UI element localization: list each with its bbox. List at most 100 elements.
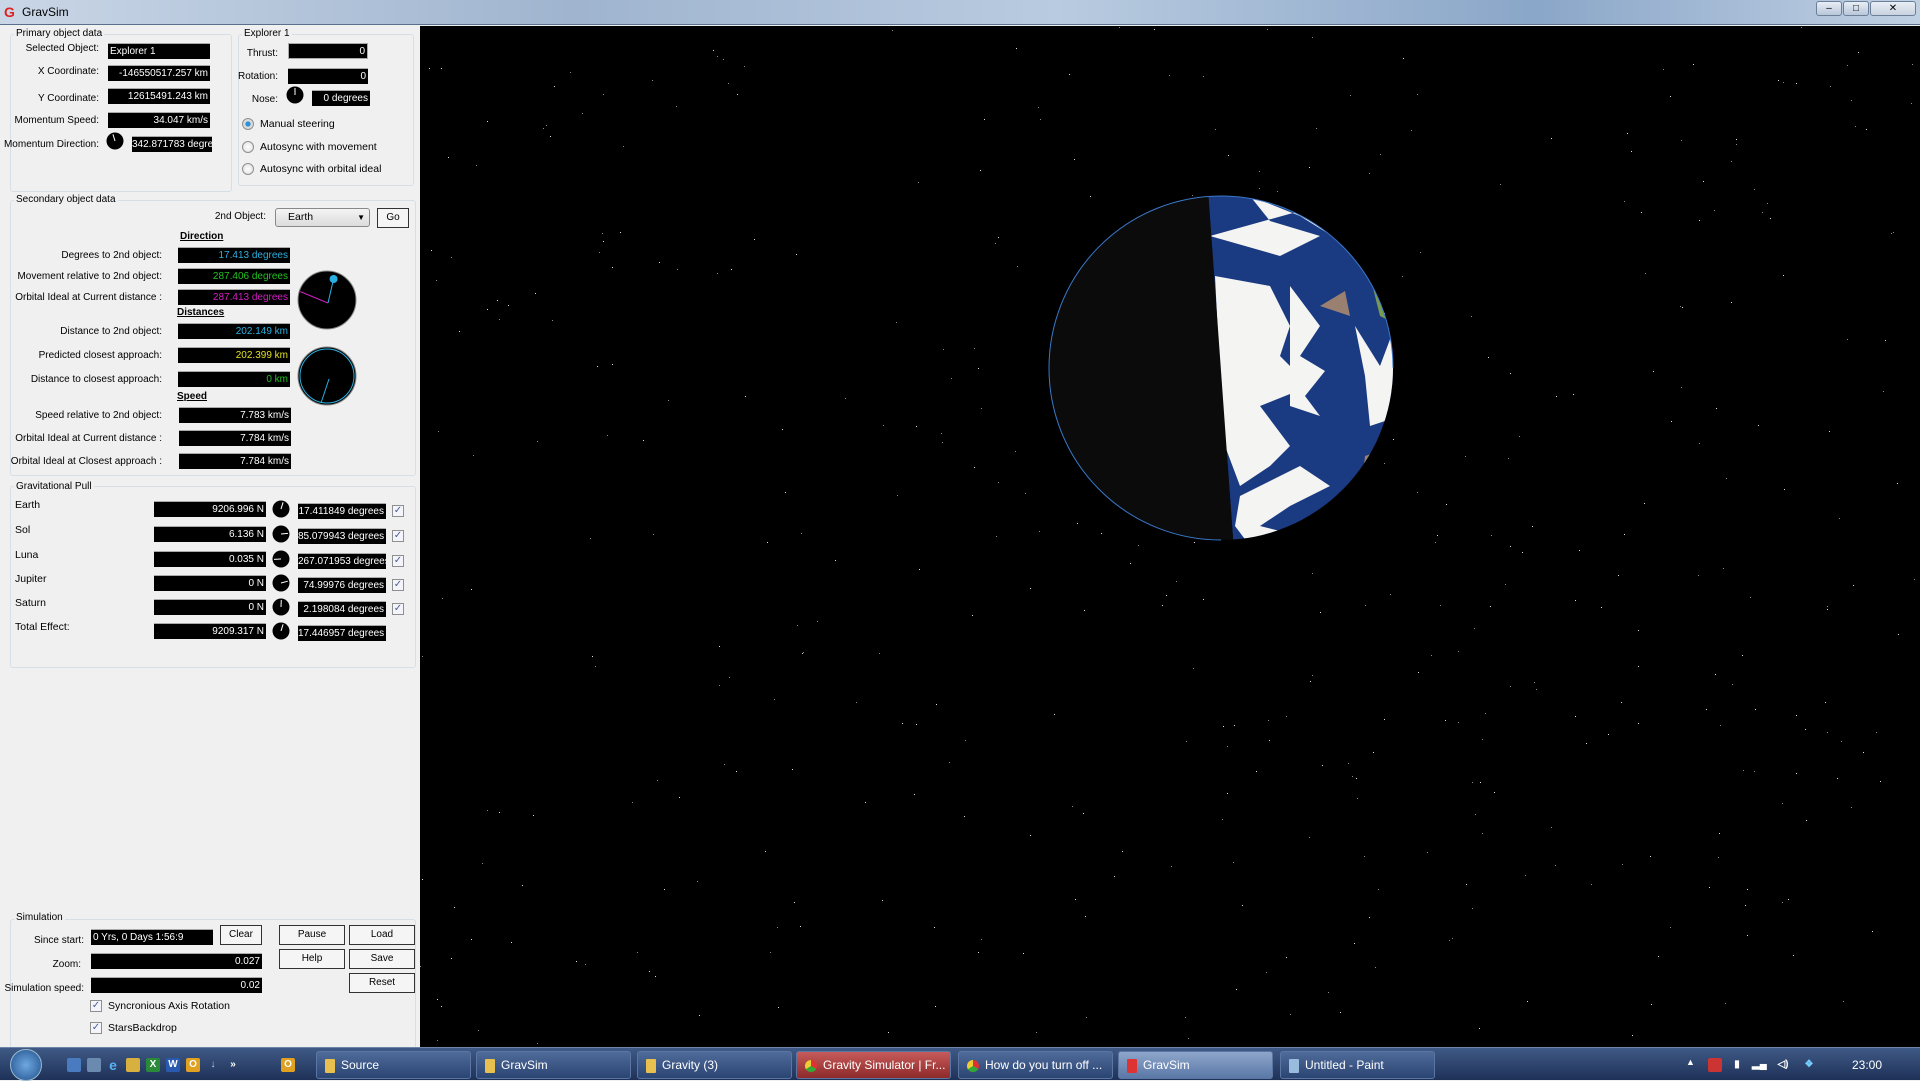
paint-icon xyxy=(1289,1059,1299,1073)
direction-dial xyxy=(297,270,357,330)
chrome-icon xyxy=(805,1060,817,1072)
value-field: 0 km xyxy=(178,371,290,387)
degrees-field: 85.079943 degrees xyxy=(298,528,386,544)
pause-button[interactable]: Pause xyxy=(279,925,345,945)
outlook-pinned-icon[interactable]: O xyxy=(281,1058,295,1072)
selected-object-label: Selected Object: xyxy=(26,43,99,54)
minimize-button[interactable]: – xyxy=(1816,1,1842,16)
gravsim-icon xyxy=(1127,1059,1137,1073)
include-body-checkbox[interactable]: ✓ xyxy=(392,603,404,615)
save-button[interactable]: Save xyxy=(349,949,415,969)
simulation-speed-label: Simulation speed: xyxy=(5,983,85,994)
thrust-input[interactable]: 0 xyxy=(288,43,368,59)
folder-icon xyxy=(485,1059,495,1073)
load-button[interactable]: Load xyxy=(349,925,415,945)
pen-tool-icon[interactable]: ↓ xyxy=(206,1058,220,1072)
momentum-speed-field: 34.047 km/s xyxy=(108,112,210,128)
taskbar-item[interactable]: Source xyxy=(316,1051,471,1079)
show-desktop-icon[interactable] xyxy=(67,1058,81,1072)
taskbar-item-label: GravSim xyxy=(501,1058,548,1072)
nose-field: 0 degrees xyxy=(312,90,370,106)
dropbox-icon[interactable]: ❖ xyxy=(1802,1058,1816,1072)
clock[interactable]: 23:00 xyxy=(1852,1058,1882,1072)
x-coordinate-field: -146550517.257 km xyxy=(108,65,210,81)
row-label: Movement relative to 2nd object: xyxy=(17,271,162,282)
power-icon[interactable]: ▮ xyxy=(1730,1058,1744,1072)
dial-face xyxy=(298,271,356,329)
network-signal-icon[interactable]: ▂▄ xyxy=(1752,1058,1766,1072)
gravsim-g-icon: G xyxy=(4,4,15,20)
radio-label: Manual steering xyxy=(260,118,335,130)
zoom-label: Zoom: xyxy=(53,959,81,970)
zoom-field[interactable]: 0.027 xyxy=(91,953,262,969)
body-name: Sol xyxy=(15,524,30,536)
dial-face xyxy=(298,347,356,405)
second-object-marker xyxy=(330,275,338,283)
autosync-orbital-radio[interactable] xyxy=(242,163,254,175)
taskbar-item[interactable]: Gravity Simulator | Fr... xyxy=(796,1051,951,1079)
degrees-field: 17.446957 degrees xyxy=(298,625,386,641)
simulation-viewport[interactable] xyxy=(420,26,1920,1047)
go-button[interactable]: Go xyxy=(377,208,409,228)
group-title: Primary object data xyxy=(14,28,104,39)
simulation-speed-field[interactable]: 0.02 xyxy=(91,977,262,993)
row-label: Speed relative to 2nd object: xyxy=(35,410,162,421)
title-bar: G GravSim – □ ✕ xyxy=(0,0,1920,25)
excel-icon[interactable]: X xyxy=(146,1058,160,1072)
value-field: 7.783 km/s xyxy=(179,407,291,423)
rotation-field[interactable]: 0 xyxy=(288,68,368,84)
value-field: 287.413 degrees xyxy=(178,289,290,305)
reset-button[interactable]: Reset xyxy=(349,973,415,993)
force-field: 0.035 N xyxy=(154,551,266,567)
momentum-direction-dial xyxy=(106,132,124,150)
overflow-chevron-icon[interactable]: » xyxy=(226,1058,240,1072)
manual-steering-radio[interactable] xyxy=(242,118,254,130)
include-body-checkbox[interactable]: ✓ xyxy=(392,555,404,567)
earth-planet[interactable] xyxy=(420,26,1920,1047)
taskbar-item[interactable]: GravSim xyxy=(1118,1051,1273,1079)
value-field: 202.399 km xyxy=(178,347,290,363)
degrees-field: 2.198084 degrees xyxy=(298,601,386,617)
speed-header: Speed xyxy=(177,391,207,402)
stars-backdrop-checkbox[interactable]: ✓ xyxy=(90,1022,102,1034)
start-button[interactable] xyxy=(10,1049,42,1081)
volume-icon[interactable]: ◁) xyxy=(1776,1058,1790,1072)
force-field: 9206.996 N xyxy=(154,501,266,517)
second-object-dropdown[interactable]: Earth ▼ xyxy=(275,208,370,227)
taskbar-item[interactable]: Gravity (3) xyxy=(637,1051,792,1079)
value-field: 287.406 degrees xyxy=(178,268,290,284)
show-hidden-icons[interactable]: ▲ xyxy=(1686,1057,1695,1067)
body-name: Saturn xyxy=(15,597,46,609)
distances-header: Distances xyxy=(177,307,224,318)
direction-header: Direction xyxy=(180,231,223,242)
maximize-button[interactable]: □ xyxy=(1843,1,1869,16)
nose-dial xyxy=(286,86,304,104)
sync-axis-checkbox[interactable]: ✓ xyxy=(90,1000,102,1012)
close-button[interactable]: ✕ xyxy=(1870,1,1916,16)
include-body-checkbox[interactable]: ✓ xyxy=(392,530,404,542)
nose-label: Nose: xyxy=(252,94,278,105)
window-title: GravSim xyxy=(22,5,69,19)
outlook-icon[interactable]: O xyxy=(186,1058,200,1072)
internet-explorer-icon[interactable]: e xyxy=(106,1058,120,1072)
group-title: Gravitational Pull xyxy=(14,481,94,492)
explorer-folder-icon[interactable] xyxy=(126,1058,140,1072)
action-center-icon[interactable] xyxy=(1708,1058,1722,1072)
row-label: Orbital Ideal at Closest approach : xyxy=(11,456,162,467)
taskbar-item[interactable]: How do you turn off ... xyxy=(958,1051,1113,1079)
include-body-checkbox[interactable]: ✓ xyxy=(392,579,404,591)
radio-label: Autosync with movement xyxy=(260,141,377,153)
selected-object-field[interactable]: Explorer 1 xyxy=(108,43,210,59)
row-label: Orbital Ideal at Current distance : xyxy=(15,292,162,303)
clear-button[interactable]: Clear xyxy=(220,925,262,945)
taskbar-item-label: Source xyxy=(341,1058,379,1072)
help-button[interactable]: Help xyxy=(279,949,345,969)
group-title: Explorer 1 xyxy=(242,28,292,39)
taskbar-item[interactable]: Untitled - Paint xyxy=(1280,1051,1435,1079)
word-icon[interactable]: W xyxy=(166,1058,180,1072)
include-body-checkbox[interactable]: ✓ xyxy=(392,505,404,517)
autosync-movement-radio[interactable] xyxy=(242,141,254,153)
switch-windows-icon[interactable] xyxy=(87,1058,101,1072)
pull-direction-dial xyxy=(272,598,290,616)
taskbar-item[interactable]: GravSim xyxy=(476,1051,631,1079)
